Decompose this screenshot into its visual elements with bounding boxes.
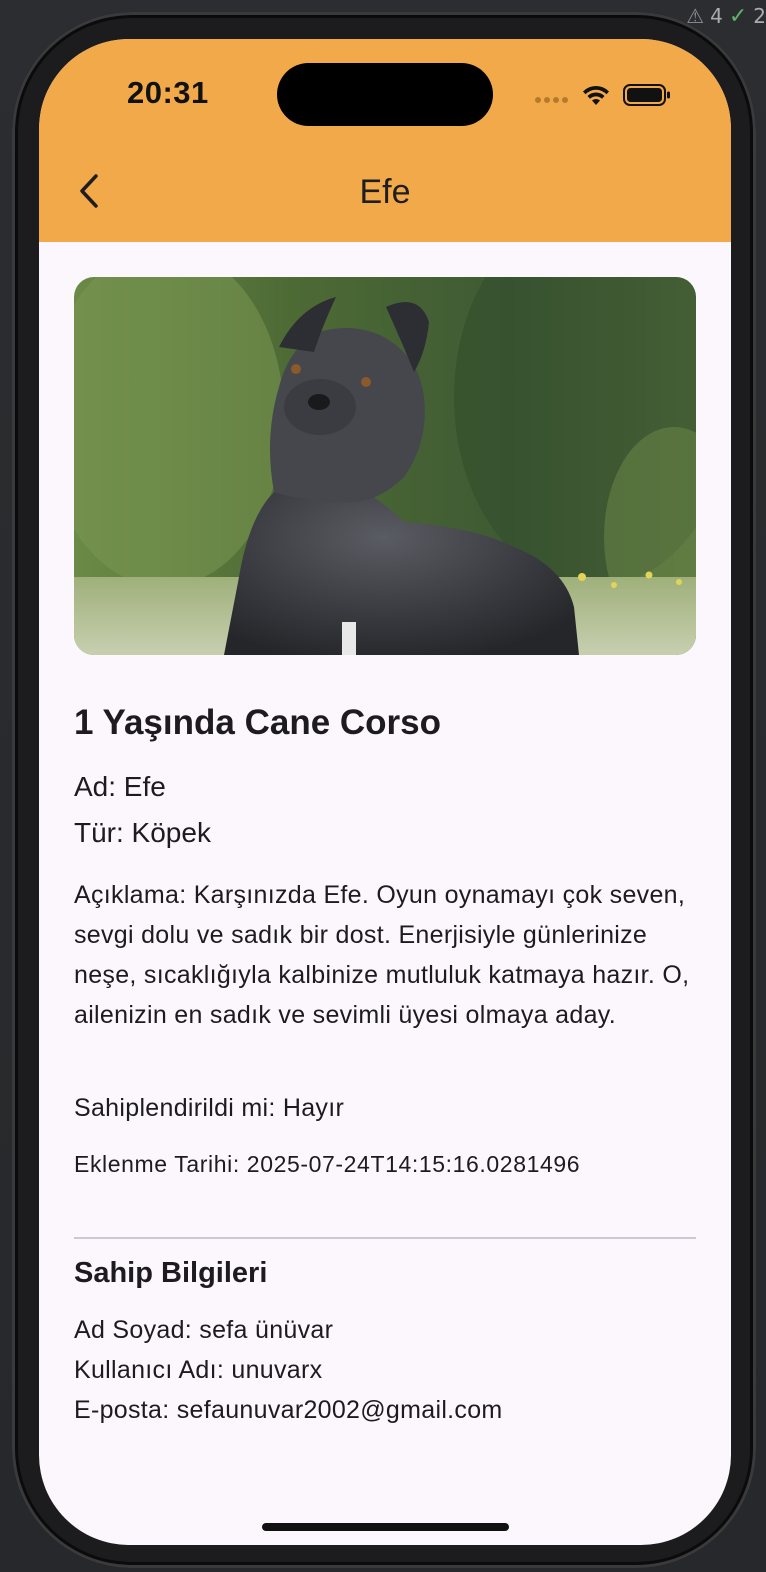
pet-date-line: Eklenme Tarihi: 2025-07-24T14:15:16.0281… — [74, 1151, 581, 1177]
check-count: 2 — [753, 4, 766, 28]
app-header: 20:31 Efe — [39, 39, 731, 242]
app-title: Efe — [359, 173, 411, 211]
app-screen: 20:31 Efe 1 Yaşında Cane Corso Ad: Efe T… — [39, 39, 731, 1545]
owner-username-line: Kullanıcı Adı: unuvarx — [74, 1356, 323, 1384]
owner-fullname-line: Ad Soyad: sefa ünüvar — [74, 1316, 334, 1344]
pet-adopted-line: Sahiplendirildi mi: Hayır — [74, 1094, 345, 1122]
pet-description: Açıklama: Karşınızda Efe. Oyun oynamayı … — [74, 881, 690, 1029]
pet-heading: 1 Yaşında Cane Corso — [74, 703, 442, 742]
cellular-signal-icon — [535, 97, 568, 103]
warning-count: 4 — [710, 4, 723, 28]
ide-inspection-badges[interactable]: ⚠ 4 ✓ 2 — [686, 2, 766, 30]
pet-type-line: Tür: Köpek — [74, 817, 211, 848]
owner-heading: Sahip Bilgileri — [74, 1257, 268, 1289]
wifi-icon — [583, 85, 609, 105]
section-divider — [74, 1237, 696, 1239]
pet-name-line: Ad: Efe — [74, 771, 166, 802]
pet-detail-content: 1 Yaşında Cane Corso Ad: Efe Tür: Köpek … — [74, 277, 696, 1424]
owner-email-line: E-posta: sefaunuvar2002@gmail.com — [74, 1396, 503, 1424]
pet-photo — [74, 277, 696, 655]
dynamic-island — [277, 63, 493, 126]
home-indicator[interactable] — [262, 1523, 509, 1531]
check-icon: ✓ — [728, 3, 748, 29]
battery-icon — [623, 84, 670, 106]
status-time: 20:31 — [127, 75, 209, 110]
